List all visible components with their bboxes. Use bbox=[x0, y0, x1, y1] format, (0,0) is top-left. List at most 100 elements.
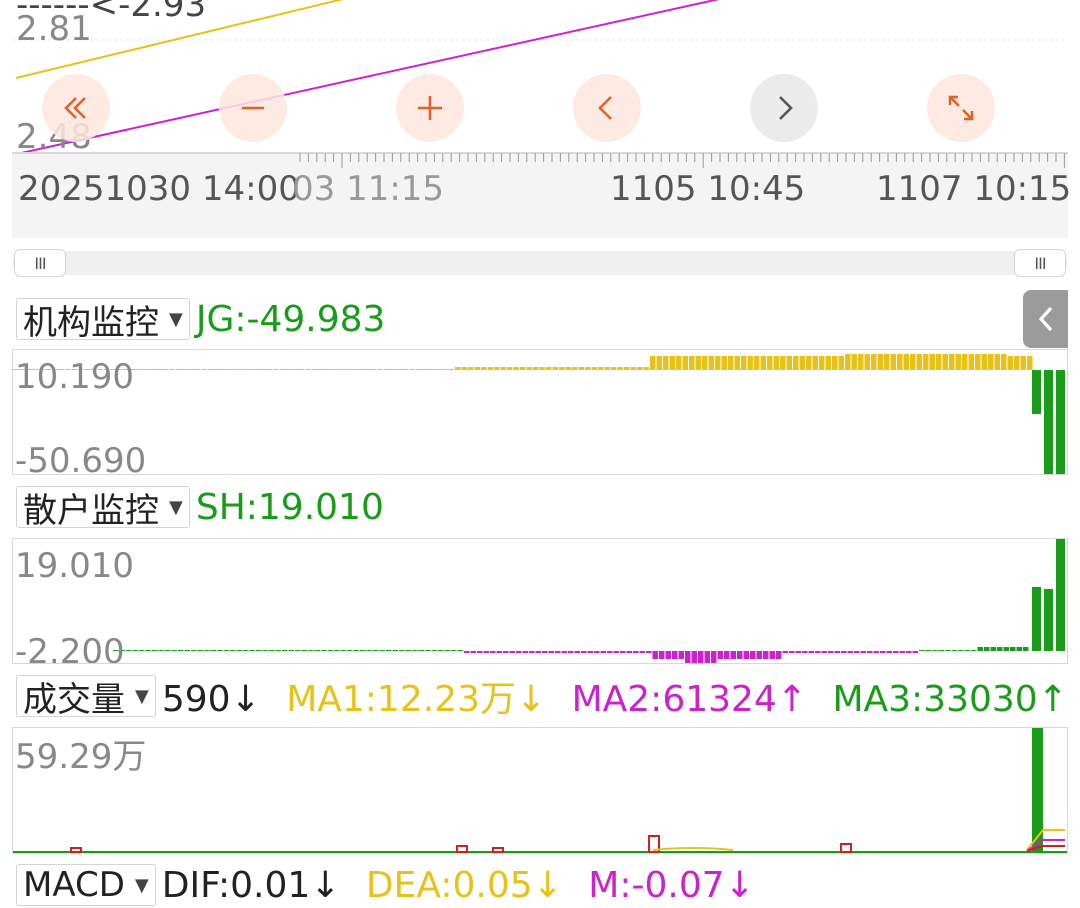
jg-bar bbox=[884, 354, 890, 370]
move-left-button[interactable] bbox=[573, 74, 641, 142]
jg-bar bbox=[676, 356, 682, 370]
sh-bar bbox=[152, 650, 158, 651]
sh-bar bbox=[925, 650, 931, 651]
time-label-end: 1107 10:15 bbox=[876, 169, 1072, 209]
jg-bar bbox=[1027, 356, 1033, 370]
sh-bar bbox=[990, 647, 996, 651]
sh-bar bbox=[256, 650, 262, 651]
sh-bar bbox=[1032, 587, 1041, 651]
time-label-overlap: 03 11:15 bbox=[292, 169, 445, 209]
side-panel-toggle[interactable] bbox=[1023, 290, 1068, 348]
time-label-start: 20251030 14:00 bbox=[18, 169, 300, 209]
sh-bar bbox=[711, 651, 717, 663]
jg-bar bbox=[780, 356, 786, 370]
sh-bar bbox=[425, 650, 431, 651]
jg-indicator-header: 机构监控 ▼ JG:-49.983 bbox=[16, 296, 399, 343]
sh-indicator-selector[interactable]: 散户监控 ▼ bbox=[16, 486, 190, 531]
sh-bar bbox=[347, 650, 353, 651]
zoom-in-button[interactable] bbox=[396, 74, 464, 142]
sh-bar bbox=[158, 650, 164, 651]
sh-bar bbox=[262, 650, 268, 651]
sh-bar bbox=[444, 650, 450, 651]
sh-bar bbox=[600, 651, 606, 653]
jg-indicator-selector[interactable]: 机构监控 ▼ bbox=[16, 298, 190, 343]
sh-bar bbox=[275, 650, 281, 651]
jg-bar bbox=[559, 367, 565, 370]
jg-bar bbox=[1032, 370, 1041, 414]
sh-bar bbox=[951, 650, 957, 651]
sh-bar bbox=[373, 650, 379, 651]
sh-bar bbox=[1010, 647, 1016, 651]
sh-bar bbox=[457, 650, 463, 651]
sh-bar bbox=[282, 650, 288, 651]
sh-bar bbox=[756, 651, 762, 659]
sh-bar bbox=[782, 651, 788, 653]
sh-bar bbox=[620, 651, 626, 653]
jg-indicator-panel[interactable]: 10.190 -50.690 bbox=[12, 349, 1068, 475]
jg-bar bbox=[936, 354, 942, 370]
volume-bars bbox=[13, 728, 1067, 853]
range-slider-left-handle[interactable]: III bbox=[14, 249, 66, 277]
macd-dif: DIF:0.01↓ bbox=[161, 864, 341, 906]
sh-bar bbox=[581, 651, 587, 653]
jg-bar bbox=[513, 367, 519, 370]
range-slider[interactable]: III III bbox=[12, 249, 1068, 277]
jg-bar bbox=[455, 367, 461, 370]
jg-bar bbox=[572, 367, 578, 370]
sh-bar bbox=[678, 651, 684, 659]
jg-bar bbox=[370, 369, 376, 370]
sh-indicator-panel[interactable]: 19.010 -2.200 bbox=[12, 538, 1068, 664]
jg-bar bbox=[357, 369, 363, 370]
jg-bar bbox=[416, 369, 422, 370]
jg-bar bbox=[403, 369, 409, 370]
sh-bar bbox=[743, 651, 749, 659]
sh-bar bbox=[295, 650, 301, 651]
jg-bar bbox=[487, 367, 493, 370]
jg-bar bbox=[637, 367, 643, 370]
sh-bar bbox=[977, 647, 983, 651]
jg-bar bbox=[1014, 356, 1020, 370]
jg-bar bbox=[351, 369, 357, 370]
fast-backward-button[interactable] bbox=[42, 74, 110, 142]
jg-bar bbox=[702, 356, 708, 370]
jg-bar bbox=[422, 369, 428, 370]
time-label-mid: 1105 10:45 bbox=[610, 169, 806, 209]
jg-bar bbox=[221, 369, 227, 370]
jg-bar bbox=[598, 367, 604, 370]
jg-bar bbox=[448, 369, 454, 370]
macd-indicator-selector[interactable]: MACD ▼ bbox=[16, 864, 156, 906]
jg-bar bbox=[169, 369, 175, 370]
jg-bar bbox=[923, 354, 929, 370]
jg-bar bbox=[799, 356, 805, 370]
jg-bar bbox=[981, 354, 987, 370]
move-right-button[interactable] bbox=[750, 74, 818, 142]
sh-bar bbox=[243, 650, 249, 651]
sh-bar bbox=[652, 651, 658, 659]
price-chart[interactable]: ------<-2.93 2.81 2.48 bbox=[12, 0, 1068, 156]
jg-bar bbox=[949, 354, 955, 370]
jg-bar bbox=[715, 356, 721, 370]
zoom-out-button[interactable] bbox=[219, 74, 287, 142]
jg-bar bbox=[682, 356, 688, 370]
jg-bar bbox=[669, 356, 675, 370]
jg-bar bbox=[604, 367, 610, 370]
sh-top-label: 19.010 bbox=[15, 546, 134, 586]
jg-bar bbox=[273, 369, 279, 370]
range-slider-right-handle[interactable]: III bbox=[1014, 249, 1066, 277]
sh-bar bbox=[776, 651, 782, 659]
jg-bar bbox=[708, 356, 714, 370]
sh-bar bbox=[795, 651, 801, 653]
sh-indicator-header: 散户监控 ▼ SH:19.010 bbox=[16, 484, 398, 531]
volume-indicator-panel[interactable]: 59.29万 bbox=[12, 727, 1068, 854]
sh-bar bbox=[360, 650, 366, 651]
macd-indicator-header: MACD ▼ DIF:0.01↓ DEA:0.05↓ M:-0.07↓ bbox=[16, 862, 769, 908]
sh-bar bbox=[405, 650, 411, 651]
volume-indicator-selector[interactable]: 成交量 ▼ bbox=[16, 675, 156, 720]
fullscreen-button[interactable] bbox=[927, 74, 995, 142]
volume-ma3: MA3:33030↑ bbox=[832, 679, 1068, 720]
sh-bar bbox=[646, 651, 652, 653]
jg-bar bbox=[208, 369, 214, 370]
sh-bar bbox=[626, 651, 632, 653]
sh-bar bbox=[997, 647, 1003, 651]
jg-bar bbox=[143, 369, 149, 370]
